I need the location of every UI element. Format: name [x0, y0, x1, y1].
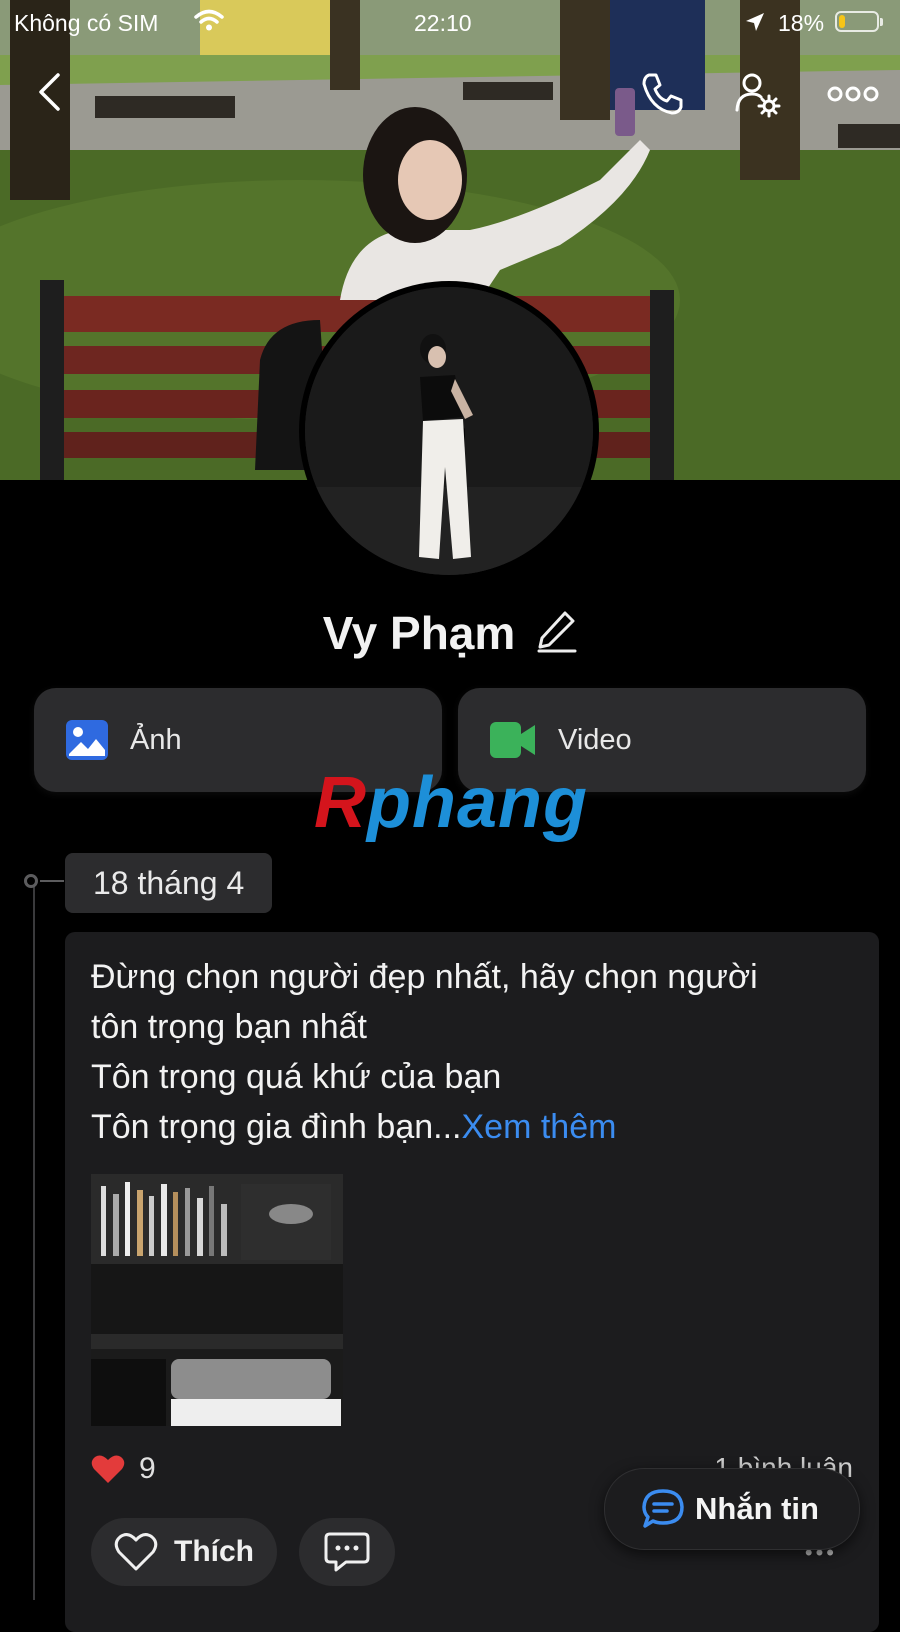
timeline-node [24, 874, 38, 888]
profile-settings-button[interactable] [730, 66, 786, 122]
post-image[interactable] [91, 1174, 343, 1426]
see-more-link[interactable]: Xem thêm [461, 1108, 616, 1146]
edit-name-button[interactable] [537, 609, 577, 658]
post-text[interactable]: Đừng chọn người đẹp nhất, hãy chọn người… [91, 952, 851, 1152]
carrier-label: Không có SIM [14, 10, 159, 36]
watermark-logo: Rphang [314, 762, 588, 844]
chevron-left-icon [39, 73, 60, 111]
videos-label: Video [558, 723, 632, 756]
profile-name-row: Vy Phạm [0, 600, 900, 666]
video-camera-icon [490, 722, 535, 758]
more-horizontal-icon [827, 86, 879, 102]
image-icon [66, 720, 108, 760]
comment-icon [324, 1532, 370, 1572]
timeline-line [33, 880, 35, 1600]
like-count: 9 [139, 1452, 156, 1485]
more-options-button[interactable] [822, 66, 884, 122]
battery-fill [839, 15, 846, 28]
reaction-summary[interactable]: 9 [91, 1452, 156, 1486]
timeline-connector [40, 880, 64, 882]
watermark-part1: R [314, 763, 367, 843]
profile-name: Vy Phạm [322, 607, 516, 659]
like-label: Thích [174, 1535, 254, 1568]
post-photo [91, 1174, 343, 1426]
comment-button[interactable] [299, 1518, 395, 1586]
post-date: 18 tháng 4 [65, 853, 273, 913]
pencil-icon [537, 611, 577, 652]
battery-percent: 18% [778, 10, 825, 36]
post-line: tôn trọng bạn nhất [91, 1008, 368, 1046]
heart-icon [114, 1533, 158, 1571]
battery-icon [835, 11, 883, 32]
post-line: Đừng chọn người đẹp nhất, hãy chọn người [91, 958, 758, 996]
watermark-part2: phang [367, 763, 588, 843]
status-bar: Không có SIM 22:10 18% [0, 0, 900, 46]
call-button[interactable] [634, 66, 690, 122]
back-button[interactable] [26, 64, 72, 120]
avatar-photo [305, 287, 593, 575]
like-button[interactable]: Thích [91, 1518, 277, 1586]
avatar[interactable] [299, 281, 599, 581]
heart-reaction-icon [91, 1455, 125, 1483]
message-label: Nhắn tin [695, 1491, 819, 1526]
wifi-icon [194, 8, 224, 38]
location-arrow-icon [744, 11, 766, 39]
post-line: Tôn trọng quá khứ của bạn [91, 1058, 502, 1096]
phone-icon [642, 73, 683, 115]
user-settings-icon [735, 73, 781, 118]
clock: 22:10 [414, 10, 472, 36]
photos-label: Ảnh [130, 723, 182, 756]
chat-bubble-icon [642, 1489, 684, 1528]
post-line: Tôn trọng gia đình bạn... [91, 1108, 462, 1146]
message-button[interactable]: Nhắn tin [604, 1468, 860, 1550]
